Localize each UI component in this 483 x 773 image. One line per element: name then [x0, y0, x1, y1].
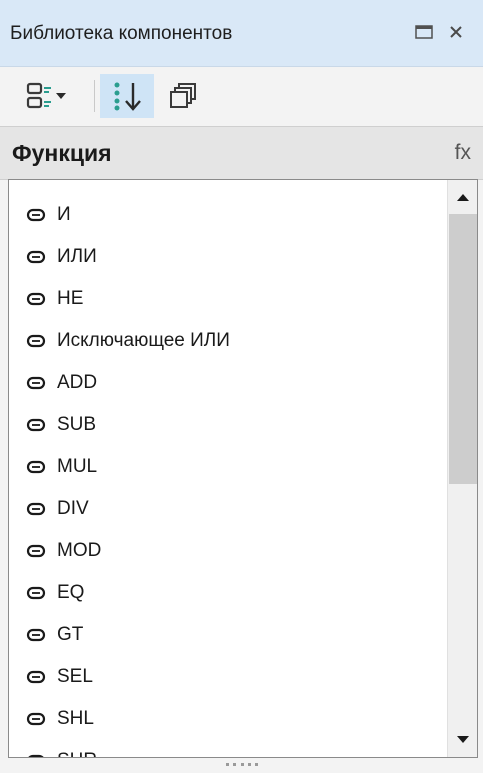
- function-block-icon: [23, 668, 49, 686]
- list-item[interactable]: SUB: [9, 404, 447, 446]
- panel-titlebar[interactable]: Библиотека компонентов: [0, 0, 483, 67]
- function-block-icon: [23, 248, 49, 266]
- category-title: Функция: [12, 140, 112, 166]
- maximize-icon: [415, 25, 433, 39]
- scroll-thumb[interactable]: [449, 214, 477, 484]
- function-block-icon: [23, 626, 49, 644]
- panel-title: Библиотека компонентов: [10, 23, 233, 44]
- fx-label: fx: [454, 141, 471, 164]
- list-item[interactable]: Исключающее ИЛИ: [9, 320, 447, 362]
- list-item[interactable]: MOD: [9, 530, 447, 572]
- arrow-up-icon: [457, 194, 469, 201]
- list-item[interactable]: SHL: [9, 698, 447, 740]
- maximize-button[interactable]: [408, 17, 440, 47]
- function-block-icon: [23, 584, 49, 602]
- list-item-label: EQ: [57, 582, 85, 603]
- list-item-label: НЕ: [57, 288, 84, 309]
- component-library-panel: Библиотека компонентов Функция fx И ИЛИ …: [0, 0, 483, 773]
- scroll-down-button[interactable]: [448, 723, 477, 757]
- function-block-icon: [23, 458, 49, 476]
- vertical-scrollbar[interactable]: [447, 180, 477, 757]
- function-block-icon: [23, 710, 49, 728]
- function-block-icon: [23, 290, 49, 308]
- view-mode-dropdown-button[interactable]: [8, 74, 86, 118]
- function-block-icon: [23, 500, 49, 518]
- list-item-label: SHR: [57, 750, 97, 757]
- list-item[interactable]: GT: [9, 614, 447, 656]
- list-item-label: Исключающее ИЛИ: [57, 330, 230, 351]
- category-header[interactable]: Функция fx: [0, 126, 483, 180]
- list-item-label: GT: [57, 624, 84, 645]
- list-view-icon: [26, 82, 66, 109]
- close-icon: [450, 26, 462, 38]
- list-item-label: SEL: [57, 666, 93, 687]
- function-block-icon: [23, 374, 49, 392]
- list-item[interactable]: И: [9, 194, 447, 236]
- list-item-label: ADD: [57, 372, 98, 393]
- list-item[interactable]: SHR: [9, 740, 447, 757]
- sort-icon: [114, 82, 141, 111]
- function-block-icon: [23, 206, 49, 224]
- collapse-all-button[interactable]: [160, 74, 208, 118]
- list-item-label: DIV: [57, 498, 89, 519]
- toolbar-separator: [94, 80, 95, 112]
- component-list: И ИЛИ НЕ Исключающее ИЛИ ADD SUB MUL DIV MOD EQ GT…: [9, 180, 447, 757]
- list-item[interactable]: SEL: [9, 656, 447, 698]
- component-list-container: И ИЛИ НЕ Исключающее ИЛИ ADD SUB MUL DIV MOD EQ GT…: [8, 179, 478, 758]
- arrow-down-icon: [457, 736, 469, 743]
- list-item[interactable]: DIV: [9, 488, 447, 530]
- scroll-up-button[interactable]: [448, 180, 477, 214]
- toolbar: [0, 67, 483, 125]
- resize-grip[interactable]: [226, 761, 258, 767]
- list-item-label: И: [57, 204, 71, 225]
- function-block-icon: [23, 752, 49, 757]
- list-item[interactable]: ИЛИ: [9, 236, 447, 278]
- function-block-icon: [23, 332, 49, 350]
- list-item[interactable]: ADD: [9, 362, 447, 404]
- collapse-all-icon: [170, 83, 196, 108]
- function-block-icon: [23, 416, 49, 434]
- list-item[interactable]: MUL: [9, 446, 447, 488]
- sort-button[interactable]: [100, 74, 154, 118]
- function-block-icon: [23, 542, 49, 560]
- list-item[interactable]: НЕ: [9, 278, 447, 320]
- list-item-label: SUB: [57, 414, 97, 435]
- list-item-label: ИЛИ: [57, 246, 97, 267]
- list-item-label: MOD: [57, 540, 102, 561]
- list-item[interactable]: EQ: [9, 572, 447, 614]
- close-button[interactable]: [440, 17, 472, 47]
- list-item-label: SHL: [57, 708, 94, 729]
- list-item-label: MUL: [57, 456, 98, 477]
